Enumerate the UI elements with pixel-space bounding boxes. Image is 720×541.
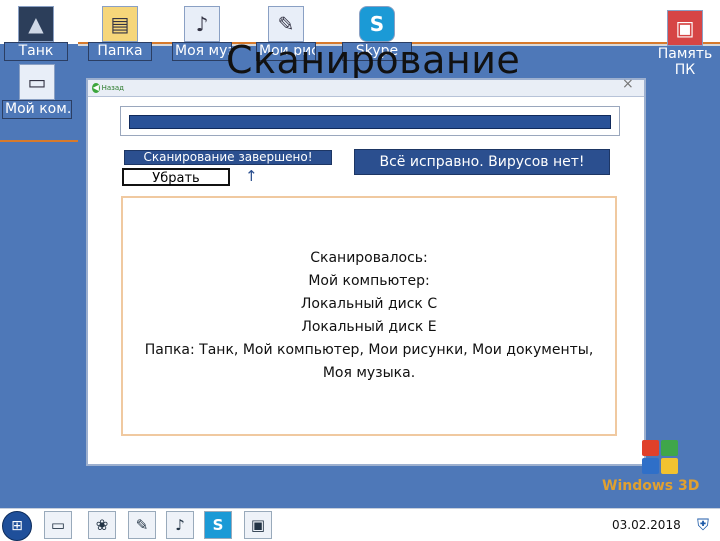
results-line: Сканировалось: — [310, 250, 428, 266]
page-title: Сканирование — [226, 38, 521, 82]
windows-flag-icon — [642, 440, 678, 474]
desktop-icon-label: Мой ком… — [2, 100, 72, 119]
flag-blue-pane — [642, 458, 659, 474]
results-line: Локальный диск Е — [301, 319, 437, 335]
back-button-label: Назад — [101, 84, 124, 92]
music-icon[interactable]: ♪ — [166, 511, 194, 539]
desktop-icon-computer[interactable]: ▭ Мой ком… — [2, 64, 72, 119]
pictures-icon[interactable]: ❀ — [88, 511, 116, 539]
results-line: Папка: Танк, Мой компьютер, Мои рисунки,… — [144, 342, 594, 358]
scan-window-titlebar: ◀ Назад — [88, 80, 644, 97]
arrow-up-icon: ↑ — [245, 167, 258, 185]
results-line: Локальный диск С — [300, 296, 438, 312]
pictures-icon: ✎ — [268, 6, 304, 42]
scan-progress-bar — [129, 115, 611, 129]
windows-logo-text: Windows 3D — [602, 478, 700, 494]
flag-yellow-pane — [661, 458, 678, 474]
skype-icon: S — [359, 6, 395, 42]
remove-button[interactable]: Убрать — [122, 168, 230, 186]
music-icon: ♪ — [184, 6, 220, 42]
windows-start-icon[interactable]: ⊞ — [2, 511, 32, 541]
scan-status-text: Сканирование завершено! — [124, 150, 332, 165]
desktop-icon-label: Танк — [4, 42, 68, 61]
desktop-icon-memory[interactable]: ▣ Память ПК — [650, 10, 720, 78]
taskbar-clock: 03.02.2018 — [612, 518, 681, 532]
flag-red-pane — [642, 440, 659, 456]
desktop-icon-label: Папка — [88, 42, 152, 61]
folder-icon: ▤ — [102, 6, 138, 42]
desktop-icon-label: Память ПК — [650, 46, 720, 78]
results-line: Мой компьютер: — [308, 273, 430, 289]
windows-3d-logo: Windows 3D — [600, 440, 712, 500]
skype-icon[interactable]: S — [204, 511, 232, 539]
taskbar: ⊞ ▭ ❀ ✎ ♪ S ▣ 03.02.2018 ⛨ — [0, 508, 720, 541]
shield-icon[interactable]: ⛨ — [692, 513, 714, 537]
back-arrow-icon: ◀ — [92, 83, 100, 93]
close-icon[interactable]: × — [622, 76, 634, 92]
documents-icon[interactable]: ✎ — [128, 511, 156, 539]
progress-frame — [120, 106, 620, 136]
results-line: Моя музыка. — [322, 365, 416, 381]
tank-icon: ▲ — [18, 6, 54, 42]
result-badge: Всё исправно. Вирусов нет! — [354, 149, 610, 175]
computer-icon[interactable]: ▭ — [44, 511, 72, 539]
scan-results-text: Сканировалось: Мой компьютер: Локальный … — [139, 247, 600, 385]
flag-green-pane — [661, 440, 678, 456]
back-button[interactable]: ◀ Назад — [92, 82, 124, 94]
monitor-icon[interactable]: ▣ — [244, 511, 272, 539]
floppy-disk-icon: ▣ — [667, 10, 703, 46]
scan-results-box: Сканировалось: Мой компьютер: Локальный … — [121, 196, 617, 436]
scan-window: ◀ Назад Сканирование завершено! Убрать ↑… — [86, 78, 646, 466]
scan-progress-fill — [130, 116, 610, 128]
desktop-icon-folder[interactable]: ▤ Папка — [88, 6, 152, 61]
computer-icon: ▭ — [19, 64, 55, 100]
desktop-icon-tank[interactable]: ▲ Танк — [4, 6, 68, 61]
desktop-icon-music[interactable]: ♪ Моя муз… — [172, 6, 232, 61]
orange-divider-left — [0, 140, 78, 142]
desktop-icon-label: Моя муз… — [172, 42, 232, 61]
